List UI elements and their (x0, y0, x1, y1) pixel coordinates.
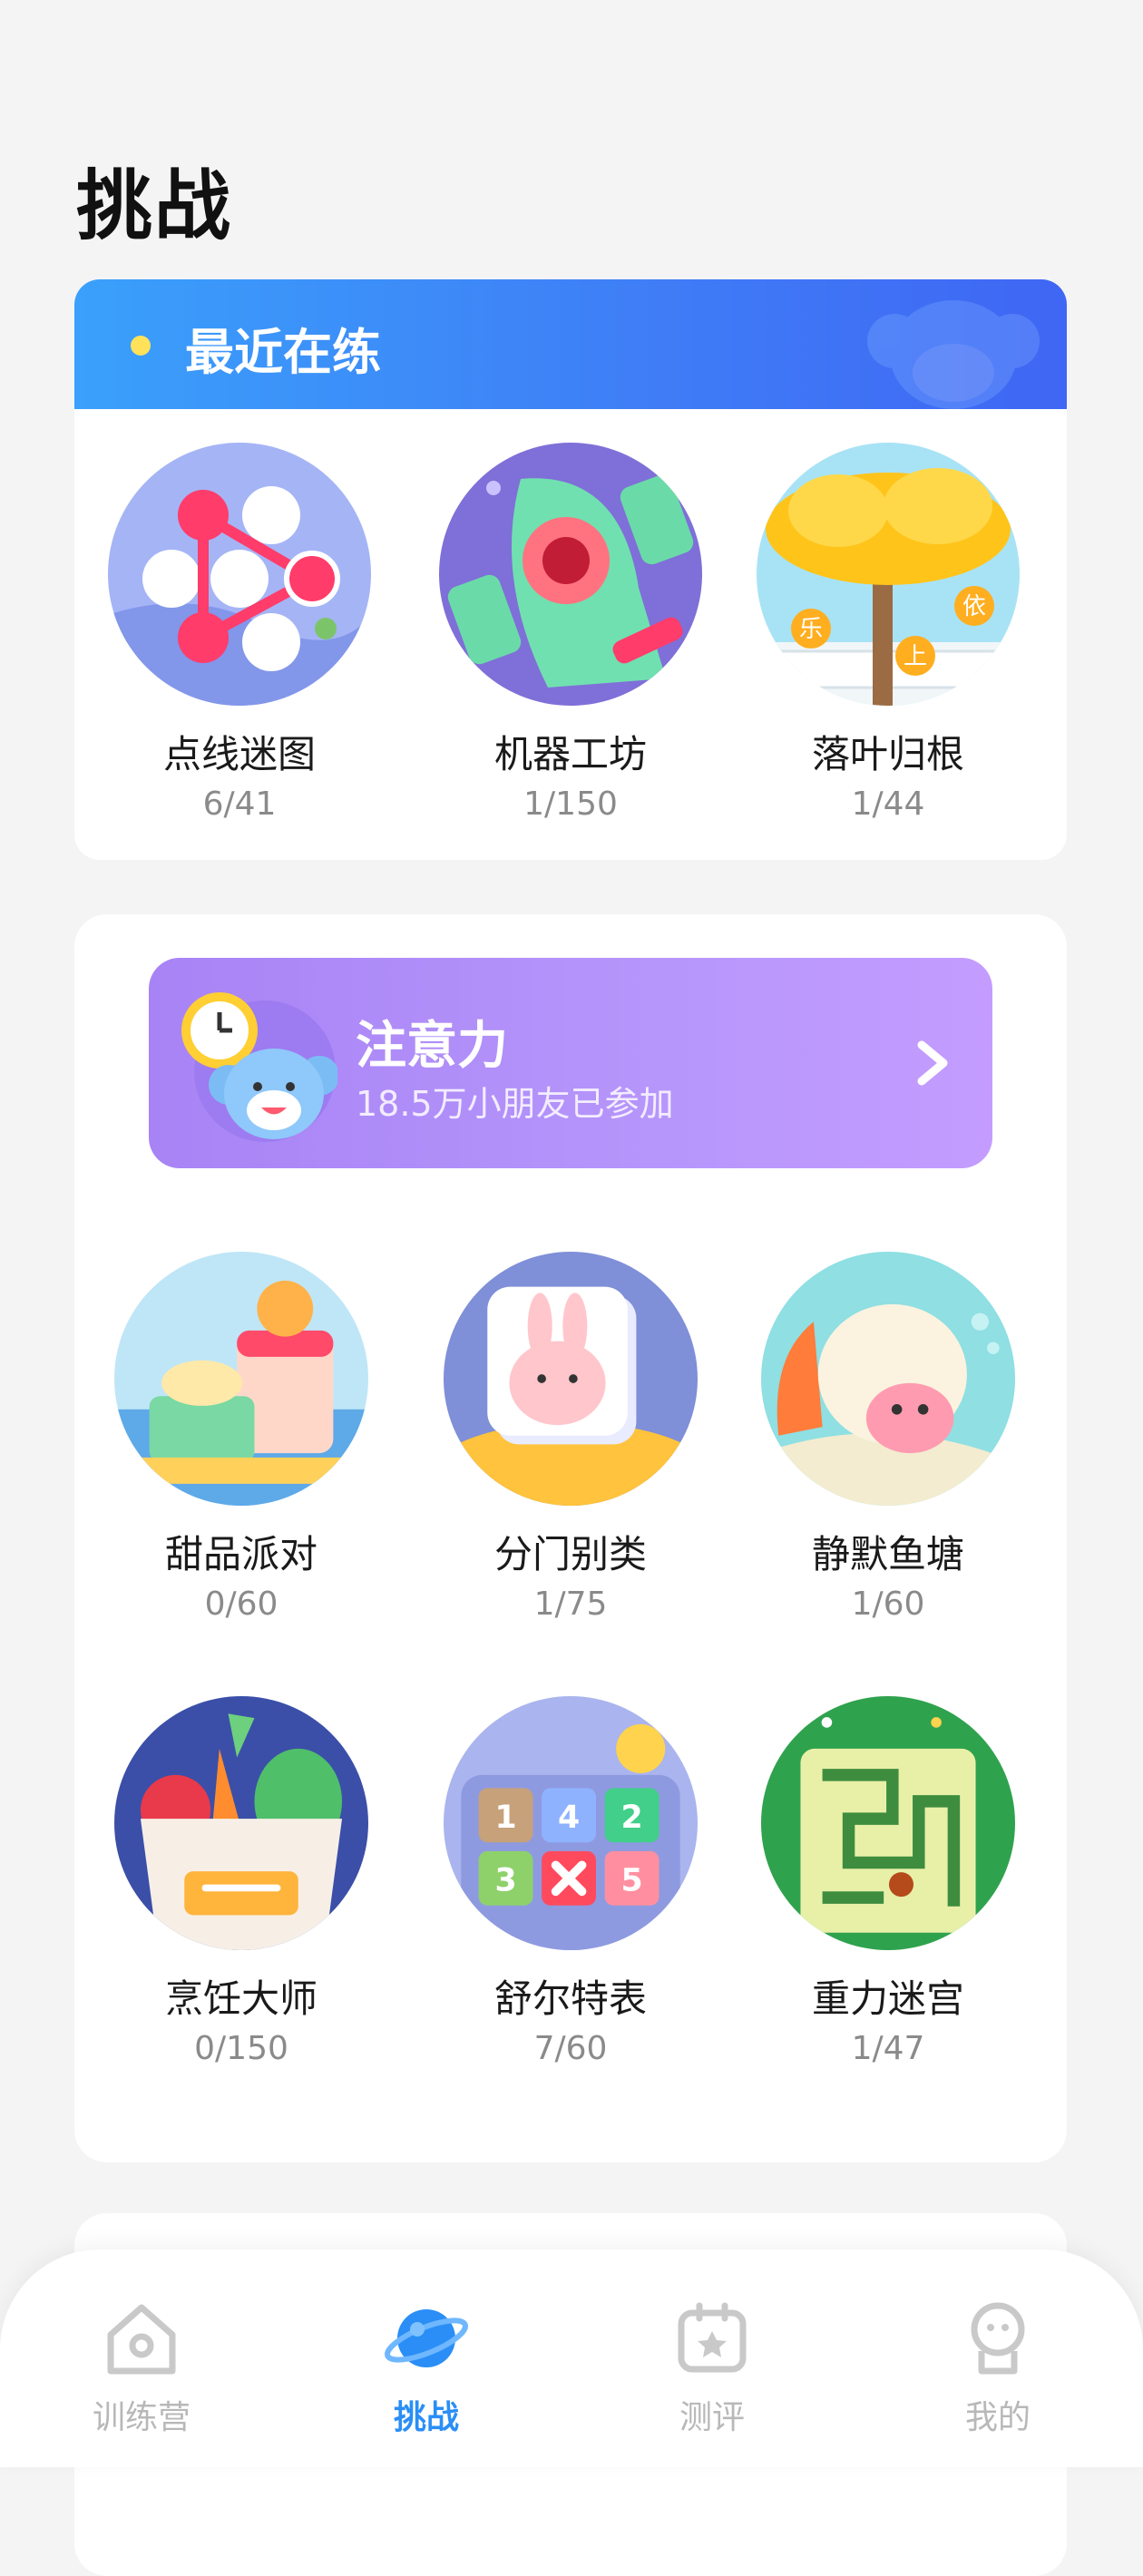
game-cooking-master[interactable]: 烹饪大师 0/150 (105, 1696, 377, 2070)
dessert-party-icon (114, 1252, 368, 1506)
leaf-tag: 上 (904, 643, 927, 670)
game-schulte-table[interactable]: 1 4 2 3 5 舒尔特表 7/60 (435, 1696, 707, 2070)
schulte-number: 2 (620, 1800, 642, 1836)
game-progress: 7/60 (533, 2030, 608, 2067)
tab-assessment[interactable]: 测评 (621, 2295, 803, 2438)
game-progress: 1/150 (523, 785, 618, 823)
game-name: 舒尔特表 (493, 1976, 647, 2021)
leaf-tag: 依 (962, 593, 986, 620)
dot-line-maze-icon (108, 443, 371, 706)
assessment-icon (678, 2302, 747, 2373)
planet-icon (385, 2309, 468, 2367)
page-title: 挑战 (76, 161, 233, 250)
leaf-tag: 乐 (799, 616, 823, 643)
game-falling-leaves[interactable]: 乐 上 依 落叶归根 1/44 (752, 443, 1024, 825)
game-dot-line-maze[interactable]: 点线迷图 6/41 (103, 443, 376, 825)
game-progress: 1/44 (851, 785, 925, 823)
falling-leaves-icon: 乐 上 依 (757, 443, 1020, 706)
schulte-number: 1 (494, 1800, 516, 1836)
house-icon (107, 2304, 176, 2375)
recent-practice-header: 最近在练 (74, 279, 1067, 409)
mascot-icon (867, 300, 1040, 409)
game-name: 静默鱼塘 (811, 1532, 964, 1576)
game-name: 分门别类 (493, 1532, 647, 1576)
cooking-master-icon (114, 1696, 368, 1950)
game-progress: 1/75 (533, 1586, 608, 1623)
game-name: 点线迷图 (162, 732, 316, 776)
tab-profile[interactable]: 我的 (907, 2295, 1089, 2438)
silent-pond-icon (761, 1252, 1015, 1506)
chevron-right-icon (917, 1040, 948, 1086)
game-progress: 1/47 (851, 2030, 925, 2067)
attention-category-card: 注意力 18.5万小朋友已参加 甜品派对 0/60 分门别类 1/75 静默鱼塘… (74, 914, 1067, 2162)
attention-participants: 18.5万小朋友已参加 (356, 1084, 674, 1124)
bottom-tab-bar: 训练营 挑战 测评 我的 (0, 2249, 1143, 2467)
game-progress: 0/150 (194, 2030, 288, 2067)
schulte-number: 3 (494, 1862, 516, 1898)
tab-challenge[interactable]: 挑战 (336, 2295, 517, 2438)
attention-banner[interactable]: 注意力 18.5万小朋友已参加 (149, 958, 992, 1168)
game-progress: 0/60 (204, 1586, 278, 1623)
game-name: 落叶归根 (811, 732, 964, 776)
game-progress: 1/60 (851, 1586, 925, 1623)
tab-training-camp[interactable]: 训练营 (51, 2295, 232, 2438)
game-name: 烹饪大师 (164, 1976, 318, 2021)
schulte-number: 5 (620, 1862, 642, 1898)
game-name: 重力迷宫 (811, 1976, 964, 2021)
robot-workshop-icon (439, 443, 702, 706)
schulte-table-icon: 1 4 2 3 5 (444, 1696, 698, 1950)
mascot-clock-icon (181, 992, 337, 1142)
game-name: 甜品派对 (164, 1532, 318, 1576)
tab-label: 训练营 (92, 2399, 190, 2436)
recent-practice-title: 最近在练 (185, 324, 381, 381)
sorting-icon (444, 1252, 698, 1506)
gravity-maze-icon (761, 1696, 1015, 1950)
recent-practice-card: 最近在练 点线迷图 6/41 机器工坊 1/150 乐 上 依 落叶归根 1/4… (74, 279, 1067, 860)
tab-label: 我的 (964, 2399, 1031, 2436)
attention-title: 注意力 (356, 1017, 508, 1076)
game-sorting[interactable]: 分门别类 1/75 (435, 1252, 707, 1625)
profile-icon (971, 2302, 1025, 2375)
game-progress: 6/41 (202, 785, 277, 823)
tab-label: 挑战 (393, 2399, 459, 2436)
game-gravity-maze[interactable]: 重力迷宫 1/47 (752, 1696, 1024, 2070)
game-silent-pond[interactable]: 静默鱼塘 1/60 (752, 1252, 1024, 1625)
game-name: 机器工坊 (493, 732, 647, 776)
game-robot-workshop[interactable]: 机器工坊 1/150 (435, 443, 707, 825)
game-dessert-party[interactable]: 甜品派对 0/60 (105, 1252, 377, 1625)
tab-label: 测评 (679, 2399, 745, 2436)
schulte-number: 4 (558, 1800, 580, 1836)
dot-icon (131, 336, 151, 356)
